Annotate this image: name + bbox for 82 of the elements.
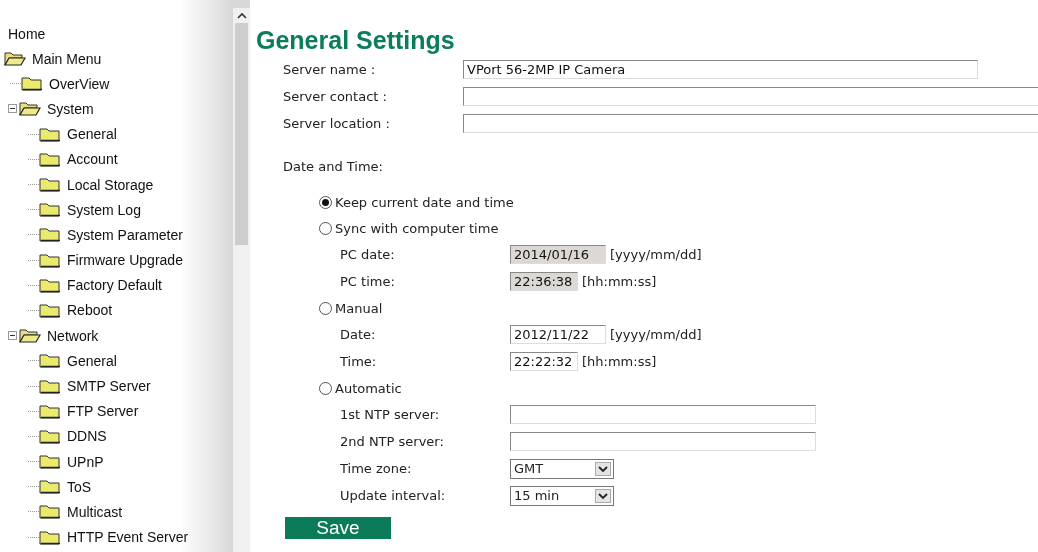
text-field[interactable]: VPort 56-2MP IP Camera: [463, 60, 978, 79]
folder-icon: [39, 353, 61, 369]
format-hint: [hh:mm:ss]: [582, 354, 657, 369]
folder-icon: [39, 177, 61, 193]
field-label: Server contact :: [283, 89, 388, 104]
home-link[interactable]: Home: [0, 26, 233, 46]
text-field[interactable]: 22:22:32: [510, 352, 578, 371]
folder-icon: [39, 252, 61, 268]
menu-item[interactable]: Factory Default: [67, 277, 162, 294]
menu-item[interactable]: SMTP Server: [67, 378, 151, 395]
folder-icon: [39, 126, 61, 142]
menu-item[interactable]: System: [47, 100, 94, 117]
format-hint: [yyyy/mm/dd]: [610, 327, 702, 342]
menu-item[interactable]: FTP Server: [67, 403, 139, 420]
text-field[interactable]: [463, 87, 1038, 106]
menu-item[interactable]: General: [67, 352, 117, 369]
field-label: PC date:: [340, 247, 396, 262]
field-label: Server location :: [283, 116, 391, 131]
field-label: Date:: [340, 327, 377, 342]
caret-icon: [595, 461, 611, 476]
folder-icon: [39, 479, 61, 495]
format-hint: [yyyy/mm/dd]: [610, 247, 702, 262]
folder-icon: [39, 378, 61, 394]
folder-icon: [39, 227, 61, 243]
collapse-icon[interactable]: [8, 104, 17, 114]
radio-button[interactable]: [319, 195, 332, 209]
text-field[interactable]: [510, 405, 816, 424]
open-folder-icon: [19, 101, 41, 117]
folder-icon: [39, 403, 61, 419]
folder-icon: [39, 428, 61, 444]
menu-item[interactable]: Network: [47, 327, 99, 344]
folder-icon: [39, 151, 61, 167]
radio-label[interactable]: Automatic: [335, 380, 402, 396]
menu-item[interactable]: Multicast: [67, 503, 123, 520]
radio-label[interactable]: Keep current date and time: [335, 194, 514, 210]
menu-item[interactable]: General: [67, 126, 117, 143]
page-title: General Settings: [256, 26, 456, 54]
folder-icon: [39, 454, 61, 470]
menu-item[interactable]: UPnP: [67, 453, 104, 470]
menu-item[interactable]: HTTP Event Server: [67, 529, 189, 546]
folder-icon: [39, 277, 61, 293]
folder-icon: [21, 76, 43, 92]
menu-item[interactable]: OverView: [49, 75, 110, 92]
field-label: Server name :: [283, 62, 377, 77]
field-label: Time:: [340, 354, 378, 369]
caret-icon: [595, 488, 611, 503]
open-folder-icon: [4, 51, 26, 67]
save-button[interactable]: Save: [285, 517, 391, 539]
dropdown[interactable]: GMT: [510, 458, 614, 479]
field-label: 1st NTP server:: [340, 407, 441, 422]
scrollbar[interactable]: [233, 8, 250, 552]
collapse-icon[interactable]: [8, 331, 17, 341]
field-label: PC time:: [340, 274, 396, 289]
menu-item[interactable]: Reboot: [67, 302, 113, 319]
menu-item[interactable]: System Parameter: [67, 226, 183, 243]
text-field[interactable]: 2012/11/22: [510, 325, 606, 344]
menu-item[interactable]: Account: [67, 151, 118, 168]
folder-icon: [39, 504, 61, 520]
folder-icon: [39, 529, 61, 545]
field-label: Time zone:: [340, 461, 413, 476]
radio-button[interactable]: [319, 221, 332, 235]
menu-item[interactable]: Firmware Upgrade: [67, 252, 183, 269]
menu-item[interactable]: ToS: [67, 478, 92, 495]
format-hint: [hh:mm:ss]: [582, 274, 657, 289]
field-label: Update interval:: [340, 488, 447, 503]
radio-label[interactable]: Manual: [335, 300, 383, 316]
radio-button[interactable]: [319, 381, 332, 395]
dropdown[interactable]: 15 min: [510, 485, 614, 506]
section-label: Date and Time:: [282, 159, 384, 176]
menu-item[interactable]: System Log: [67, 201, 141, 218]
menu-item[interactable]: Local Storage: [67, 176, 154, 193]
radio-label[interactable]: Sync with computer time: [335, 220, 499, 236]
text-field[interactable]: [463, 114, 1038, 133]
folder-icon: [39, 302, 61, 318]
menu-item[interactable]: Main Menu: [32, 50, 102, 67]
scroll-up-icon[interactable]: [236, 12, 247, 19]
field-label: 2nd NTP server:: [340, 434, 445, 449]
text-field[interactable]: [510, 432, 816, 451]
menu-item[interactable]: DDNS: [67, 428, 107, 445]
folder-icon: [39, 202, 61, 218]
open-folder-icon: [19, 328, 41, 344]
radio-button[interactable]: [319, 301, 332, 315]
